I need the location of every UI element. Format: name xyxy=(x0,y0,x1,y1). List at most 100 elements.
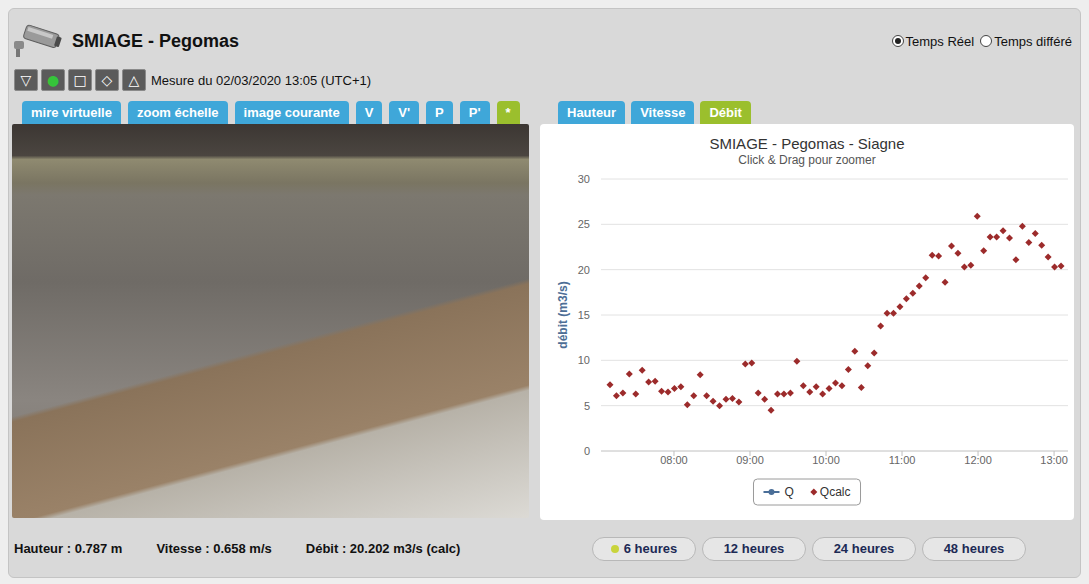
mode-label[interactable]: Temps Réel xyxy=(906,34,975,49)
data-point xyxy=(664,389,671,396)
data-point xyxy=(929,252,936,259)
y-tick: 30 xyxy=(578,173,590,185)
data-point xyxy=(877,322,884,329)
tab-label: Débit xyxy=(709,105,742,120)
image-tab[interactable]: mire virtuelle xyxy=(22,101,121,124)
mode-option[interactable]: Temps différé xyxy=(980,34,1072,49)
image-tab[interactable]: * xyxy=(497,101,520,124)
chart-tab[interactable]: Hauteur xyxy=(558,101,625,124)
data-point xyxy=(690,392,697,399)
mode-label[interactable]: Temps différé xyxy=(994,34,1072,49)
data-point xyxy=(645,379,652,386)
tool-button[interactable]: ▽ xyxy=(14,69,38,91)
chart-legend[interactable]: Q Qcalc xyxy=(753,479,860,505)
legend-diamond-icon xyxy=(810,489,817,496)
period-button[interactable]: 6 heures xyxy=(592,537,696,561)
data-point xyxy=(735,399,742,406)
legend-dot-icon xyxy=(768,489,774,495)
period-button[interactable]: 48 heures xyxy=(922,537,1026,561)
image-tab[interactable]: V xyxy=(356,101,383,124)
data-point xyxy=(1038,242,1045,249)
legend-item[interactable]: Q xyxy=(763,485,793,499)
x-tick: 11:00 xyxy=(889,454,916,466)
image-tab[interactable]: image courante xyxy=(235,101,349,124)
data-point xyxy=(710,398,717,405)
data-point xyxy=(748,360,755,367)
y-tick: 15 xyxy=(578,309,590,321)
tab-label: Hauteur xyxy=(567,105,616,120)
data-point xyxy=(742,360,749,367)
data-point xyxy=(755,389,762,396)
chart-tab[interactable]: Vitesse xyxy=(631,101,694,124)
data-point xyxy=(871,350,878,357)
period-button[interactable]: 12 heures xyxy=(702,537,806,561)
data-point xyxy=(684,401,691,408)
data-point xyxy=(703,392,710,399)
chart-subtitle: Click & Drag pour zoomer xyxy=(738,153,875,167)
data-point xyxy=(884,310,891,317)
data-point xyxy=(800,382,807,389)
data-point xyxy=(806,389,813,396)
data-point xyxy=(903,295,910,302)
data-point xyxy=(697,371,704,378)
image-tab[interactable]: zoom échelle xyxy=(128,101,228,124)
tool-glyph: △ xyxy=(129,73,140,87)
reading: Débit : 20.202 m3/s (calc) xyxy=(306,541,461,556)
radio-button[interactable] xyxy=(980,35,992,47)
tool-glyph: ▽ xyxy=(21,73,32,87)
data-point xyxy=(716,402,723,409)
tool-button[interactable]: ● xyxy=(41,69,65,91)
grid-line xyxy=(601,315,1068,316)
data-point xyxy=(722,396,729,403)
tab-label: P' xyxy=(469,105,481,120)
grid-line xyxy=(601,451,1068,452)
image-tab[interactable]: P' xyxy=(460,101,490,124)
radio-dot xyxy=(895,38,901,44)
radio-button[interactable] xyxy=(892,35,904,47)
data-point xyxy=(987,234,994,241)
tool-button[interactable]: ◇ xyxy=(95,69,119,91)
title-bar: SMIAGE - Pegomas xyxy=(12,23,239,59)
chart-panel[interactable]: SMIAGE - Pegomas - SiagneClick & Drag po… xyxy=(540,124,1074,520)
reading: Hauteur : 0.787 m xyxy=(14,541,122,556)
data-point xyxy=(658,388,665,395)
data-point xyxy=(1051,263,1058,270)
x-tick: 09:00 xyxy=(736,454,764,466)
y-axis-label: débit (m3/s) xyxy=(556,281,570,348)
chart[interactable]: SMIAGE - Pegomas - SiagneClick & Drag po… xyxy=(540,124,1074,520)
grid-line xyxy=(601,269,1068,270)
data-point xyxy=(626,370,633,377)
tool-glyph: □ xyxy=(73,73,86,87)
data-point xyxy=(993,234,1000,241)
tab-label: V xyxy=(365,105,374,120)
x-tick: 12:00 xyxy=(964,454,992,466)
status-bar: Hauteur : 0.787 mVitesse : 0.658 m/sDébi… xyxy=(12,520,1074,577)
tool-button[interactable]: △ xyxy=(122,69,146,91)
data-point xyxy=(768,407,775,414)
data-point xyxy=(1025,239,1032,246)
data-point xyxy=(606,381,613,388)
data-point xyxy=(942,279,949,286)
data-point xyxy=(967,262,974,269)
data-point xyxy=(780,390,787,397)
y-tick: 10 xyxy=(578,354,590,366)
mode-option[interactable]: Temps Réel xyxy=(892,34,975,49)
toolbar: ▽ ● □ ◇ △ Mesure du 02/03/2020 13:05 (UTC+1) xyxy=(12,67,1074,93)
image-tab[interactable]: V' xyxy=(389,101,419,124)
x-tick: 08:00 xyxy=(660,454,688,466)
data-point xyxy=(961,263,968,270)
main-area: SMIAGE - Pegomas - SiagneClick & Drag po… xyxy=(12,124,1074,520)
data-point xyxy=(851,348,858,355)
tab-label: zoom échelle xyxy=(137,105,219,120)
legend-label: Q xyxy=(784,485,793,499)
tool-button[interactable]: □ xyxy=(68,69,92,91)
legend-item[interactable]: Qcalc xyxy=(810,485,850,499)
measure-date: Mesure du 02/03/2020 13:05 (UTC+1) xyxy=(151,73,371,88)
data-point xyxy=(1006,234,1013,241)
data-point xyxy=(974,213,981,220)
tab-label: V' xyxy=(398,105,410,120)
chart-tab[interactable]: Débit xyxy=(700,101,751,124)
period-button[interactable]: 24 heures xyxy=(812,537,916,561)
tabs-row: mire virtuelle zoom échelle image courante… xyxy=(12,101,1074,124)
image-tab[interactable]: P xyxy=(426,101,453,124)
